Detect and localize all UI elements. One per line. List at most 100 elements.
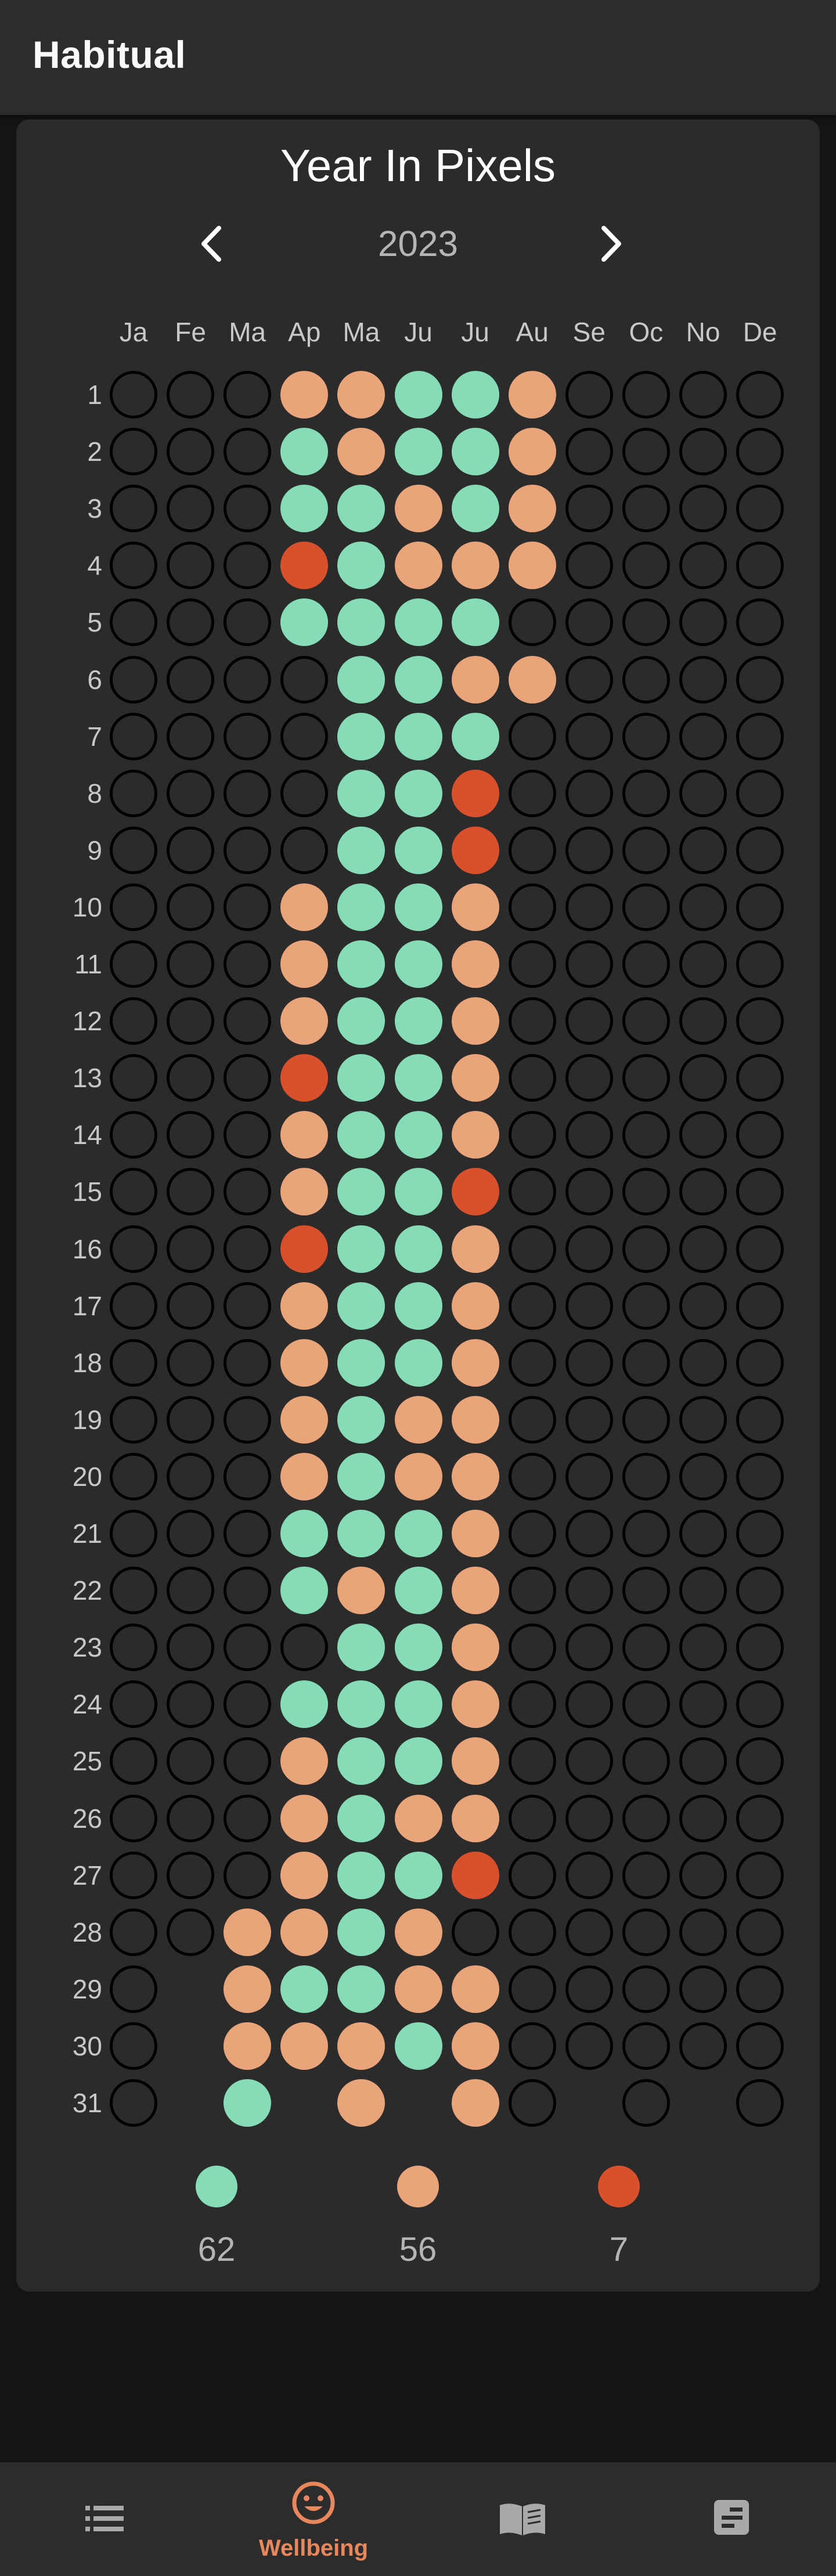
day-pixel[interactable] bbox=[565, 1282, 613, 1330]
day-pixel[interactable] bbox=[394, 1510, 442, 1557]
day-pixel[interactable] bbox=[679, 485, 727, 533]
day-pixel[interactable] bbox=[508, 1851, 556, 1899]
day-pixel[interactable] bbox=[167, 1168, 215, 1216]
day-pixel[interactable] bbox=[508, 655, 556, 703]
day-pixel[interactable] bbox=[110, 826, 157, 874]
day-pixel[interactable] bbox=[736, 1338, 784, 1387]
nav-journal[interactable] bbox=[418, 2462, 627, 2576]
day-pixel[interactable] bbox=[394, 1623, 442, 1672]
day-pixel[interactable] bbox=[110, 371, 157, 418]
day-pixel[interactable] bbox=[110, 1510, 157, 1557]
day-pixel[interactable] bbox=[736, 1225, 784, 1273]
day-pixel[interactable] bbox=[451, 1965, 499, 2013]
day-pixel[interactable] bbox=[736, 1395, 784, 1444]
day-pixel[interactable] bbox=[736, 1965, 784, 2013]
day-pixel[interactable] bbox=[736, 542, 784, 590]
day-pixel[interactable] bbox=[224, 1395, 272, 1444]
day-pixel[interactable] bbox=[337, 1338, 385, 1387]
day-pixel[interactable] bbox=[280, 1054, 329, 1102]
day-pixel[interactable] bbox=[622, 428, 670, 476]
day-pixel[interactable] bbox=[451, 1794, 499, 1842]
day-pixel[interactable] bbox=[565, 655, 613, 703]
day-pixel[interactable] bbox=[167, 940, 215, 988]
day-pixel[interactable] bbox=[280, 542, 329, 590]
day-pixel[interactable] bbox=[622, 1225, 670, 1273]
day-pixel[interactable] bbox=[622, 1737, 670, 1785]
day-pixel[interactable] bbox=[337, 769, 385, 817]
day-pixel[interactable] bbox=[679, 371, 727, 418]
day-pixel[interactable] bbox=[280, 2022, 329, 2070]
day-pixel[interactable] bbox=[508, 1680, 556, 1729]
day-pixel[interactable] bbox=[451, 1054, 499, 1102]
day-pixel[interactable] bbox=[394, 1452, 442, 1500]
day-pixel[interactable] bbox=[224, 542, 272, 590]
day-pixel[interactable] bbox=[394, 769, 442, 817]
day-pixel[interactable] bbox=[451, 1567, 499, 1615]
day-pixel[interactable] bbox=[280, 1452, 329, 1500]
day-pixel[interactable] bbox=[622, 1111, 670, 1159]
day-pixel[interactable] bbox=[110, 1737, 157, 1785]
day-pixel[interactable] bbox=[337, 1510, 385, 1557]
day-pixel[interactable] bbox=[622, 997, 670, 1045]
day-pixel[interactable] bbox=[167, 1225, 215, 1273]
day-pixel[interactable] bbox=[736, 1794, 784, 1842]
day-pixel[interactable] bbox=[622, 1851, 670, 1899]
day-pixel[interactable] bbox=[337, 428, 385, 476]
day-pixel[interactable] bbox=[394, 1567, 442, 1615]
day-pixel[interactable] bbox=[167, 1111, 215, 1159]
day-pixel[interactable] bbox=[736, 769, 784, 817]
day-pixel[interactable] bbox=[224, 1908, 272, 1956]
day-pixel[interactable] bbox=[508, 1908, 556, 1956]
day-pixel[interactable] bbox=[394, 1908, 442, 1956]
day-pixel[interactable] bbox=[110, 1965, 157, 2013]
day-pixel[interactable] bbox=[167, 485, 215, 533]
day-pixel[interactable] bbox=[110, 1851, 157, 1899]
day-pixel[interactable] bbox=[508, 428, 556, 476]
day-pixel[interactable] bbox=[736, 826, 784, 874]
day-pixel[interactable] bbox=[565, 1452, 613, 1500]
day-pixel[interactable] bbox=[622, 1168, 670, 1216]
day-pixel[interactable] bbox=[110, 997, 157, 1045]
day-pixel[interactable] bbox=[224, 1054, 272, 1102]
day-pixel[interactable] bbox=[622, 1623, 670, 1672]
day-pixel[interactable] bbox=[110, 542, 157, 590]
day-pixel[interactable] bbox=[224, 371, 272, 418]
day-pixel[interactable] bbox=[565, 1567, 613, 1615]
day-pixel[interactable] bbox=[565, 1054, 613, 1102]
day-pixel[interactable] bbox=[679, 1395, 727, 1444]
day-pixel[interactable] bbox=[224, 940, 272, 988]
day-pixel[interactable] bbox=[167, 1452, 215, 1500]
day-pixel[interactable] bbox=[508, 2022, 556, 2070]
day-pixel[interactable] bbox=[337, 826, 385, 874]
day-pixel[interactable] bbox=[679, 2022, 727, 2070]
day-pixel[interactable] bbox=[224, 1282, 272, 1330]
day-pixel[interactable] bbox=[622, 1567, 670, 1615]
day-pixel[interactable] bbox=[565, 1225, 613, 1273]
day-pixel[interactable] bbox=[679, 1452, 727, 1500]
day-pixel[interactable] bbox=[736, 1908, 784, 1956]
day-pixel[interactable] bbox=[224, 1851, 272, 1899]
day-pixel[interactable] bbox=[736, 712, 784, 760]
day-pixel[interactable] bbox=[224, 1567, 272, 1615]
day-pixel[interactable] bbox=[280, 1111, 329, 1159]
day-pixel[interactable] bbox=[508, 598, 556, 647]
day-pixel[interactable] bbox=[451, 1737, 499, 1785]
day-pixel[interactable] bbox=[337, 2079, 385, 2127]
day-pixel[interactable] bbox=[280, 1794, 329, 1842]
day-pixel[interactable] bbox=[679, 940, 727, 988]
day-pixel[interactable] bbox=[167, 428, 215, 476]
day-pixel[interactable] bbox=[110, 2022, 157, 2070]
day-pixel[interactable] bbox=[110, 769, 157, 817]
day-pixel[interactable] bbox=[565, 428, 613, 476]
day-pixel[interactable] bbox=[451, 940, 499, 988]
day-pixel[interactable] bbox=[508, 1168, 556, 1216]
day-pixel[interactable] bbox=[280, 655, 329, 703]
day-pixel[interactable] bbox=[508, 1567, 556, 1615]
day-pixel[interactable] bbox=[110, 940, 157, 988]
day-pixel[interactable] bbox=[622, 2079, 670, 2127]
day-pixel[interactable] bbox=[394, 1395, 442, 1444]
day-pixel[interactable] bbox=[565, 1851, 613, 1899]
day-pixel[interactable] bbox=[622, 542, 670, 590]
day-pixel[interactable] bbox=[337, 371, 385, 418]
day-pixel[interactable] bbox=[622, 1794, 670, 1842]
